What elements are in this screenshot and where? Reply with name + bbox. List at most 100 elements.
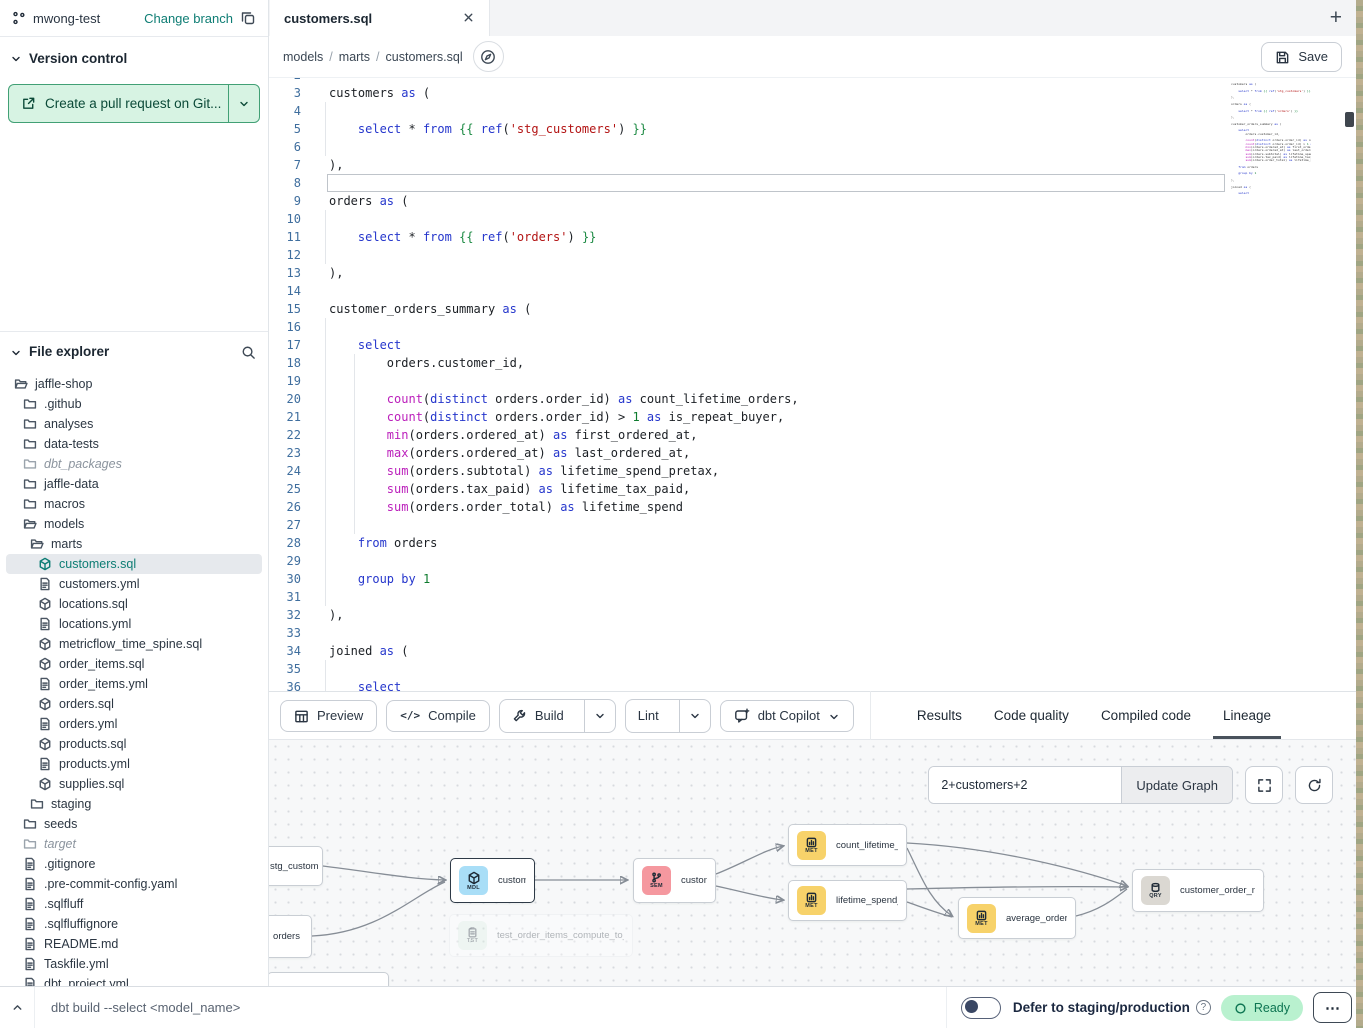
results-tabs: ResultsCode qualityCompiled codeLineage	[901, 692, 1287, 739]
change-branch-link[interactable]: Change branch	[144, 11, 233, 26]
file-tree-item[interactable]: customers.sql	[6, 554, 262, 574]
lineage-node-customers[interactable]: MDLcustomers	[450, 858, 535, 903]
collapse-chevron-up-icon[interactable]	[0, 1001, 34, 1014]
file-tree-item[interactable]: models	[6, 514, 262, 534]
file-name: data-tests	[44, 437, 99, 451]
folder-icon	[23, 497, 37, 512]
file-name: target	[44, 837, 76, 851]
file-tree-item[interactable]: README.md	[6, 934, 262, 954]
preview-label: Preview	[317, 708, 363, 723]
lineage-node-customer-order-metrics[interactable]: QRYcustomer_order_metrics	[1132, 869, 1264, 912]
search-icon[interactable]	[241, 344, 256, 360]
tab-lineage[interactable]: Lineage	[1207, 692, 1287, 739]
version-control-header[interactable]: Version control	[0, 37, 268, 72]
code-editor[interactable]: 2345678910111213141516171819202122232425…	[269, 78, 1356, 691]
file-name: order_items.sql	[59, 657, 144, 671]
file-tree-item[interactable]: analyses	[6, 414, 262, 434]
build-button[interactable]: Build	[500, 700, 576, 732]
update-graph-button[interactable]: Update Graph	[1121, 767, 1232, 803]
dbt-command-input[interactable]	[35, 1000, 946, 1015]
save-button[interactable]: Save	[1261, 42, 1342, 72]
git-branch-icon	[12, 9, 26, 27]
file-tree-item[interactable]: supplies.sql	[6, 774, 262, 794]
preview-button[interactable]: Preview	[280, 700, 377, 732]
file-tree-item[interactable]: .sqlfluff	[6, 894, 262, 914]
file-tree-item[interactable]: .gitignore	[6, 854, 262, 874]
lineage-node-orders[interactable]: orders	[269, 915, 312, 958]
file-tree-item[interactable]: locations.yml	[6, 614, 262, 634]
breadcrumb-item: marts	[339, 50, 370, 64]
copy-icon[interactable]	[240, 9, 256, 27]
file-tree-item[interactable]: orders.yml	[6, 714, 262, 734]
lineage-node-lifetime-spend-pretax[interactable]: METlifetime_spend_pretax	[788, 880, 907, 921]
file-tree-item[interactable]: .sqlfluffignore	[6, 914, 262, 934]
file-tree-item[interactable]: macros	[6, 494, 262, 514]
chevron-down-icon	[828, 708, 840, 723]
file-tree-item[interactable]: dbt_project.yml	[6, 974, 262, 986]
create-pr-button[interactable]: Create a pull request on Git...	[8, 84, 260, 123]
lineage-node-count-lifetime-orders[interactable]: METcount_lifetime_orders	[788, 824, 907, 866]
defer-toggle[interactable]	[961, 997, 1001, 1019]
tab-compiled-code[interactable]: Compiled code	[1085, 692, 1207, 739]
file-tree-item[interactable]: dbt_packages	[6, 454, 262, 474]
lineage-node-customers[interactable]: SEMcustomers	[633, 858, 716, 903]
file-name: README.md	[44, 937, 118, 951]
editor-tab-title: customers.sql	[284, 11, 462, 26]
file-tree-item[interactable]: Taskfile.yml	[6, 954, 262, 974]
file-name: metricflow_time_spine.sql	[59, 637, 202, 651]
tab-code-quality[interactable]: Code quality	[978, 692, 1085, 739]
file-tree-item[interactable]: target	[6, 834, 262, 854]
breadcrumb-separator: /	[376, 50, 379, 64]
lineage-panel[interactable]: stg_customersorders MDLcustomers SEMcustom…	[269, 740, 1356, 986]
file-tree-item[interactable]: .pre-commit-config.yaml	[6, 874, 262, 894]
version-control-title: Version control	[29, 51, 127, 66]
lineage-node-average-order-value[interactable]: METaverage_order_value	[958, 897, 1076, 939]
file-explorer-header[interactable]: File explorer	[0, 332, 268, 366]
folder-icon	[23, 837, 37, 852]
file-icon	[23, 897, 37, 912]
file-tree-item[interactable]: orders.sql	[6, 694, 262, 714]
file-tree-item[interactable]: staging	[6, 794, 262, 814]
model-icon	[38, 697, 52, 712]
file-tree-item[interactable]: order_items.yml	[6, 674, 262, 694]
editor-scrollbar-thumb[interactable]	[1345, 112, 1354, 127]
file-tree-item[interactable]: seeds	[6, 814, 262, 834]
lint-button[interactable]: Lint	[626, 700, 671, 732]
file-tree-item[interactable]: data-tests	[6, 434, 262, 454]
fullscreen-button[interactable]	[1245, 766, 1283, 804]
file-tree-item[interactable]: order_items.sql	[6, 654, 262, 674]
editor-tab-customers-sql[interactable]: customers.sql	[270, 0, 490, 36]
file-name: dbt_project.yml	[44, 977, 129, 986]
file-tree-item[interactable]: customers.yml	[6, 574, 262, 594]
refresh-button[interactable]	[1295, 766, 1333, 804]
tab-results[interactable]: Results	[901, 692, 978, 739]
defer-label: Defer to staging/production	[1013, 1000, 1190, 1015]
lineage-node[interactable]	[269, 972, 389, 986]
minimap[interactable]: customers as ( select * from {{ ref('stg…	[1231, 80, 1311, 230]
close-tab-icon[interactable]	[462, 9, 475, 27]
dbt-cloud-ide: mwong-test Change branch Version control…	[0, 0, 1363, 1028]
new-tab-button[interactable]: +	[1330, 0, 1342, 36]
file-tree-item[interactable]: locations.sql	[6, 594, 262, 614]
compass-icon-button[interactable]	[473, 41, 504, 72]
file-tree-item[interactable]: metricflow_time_spine.sql	[6, 634, 262, 654]
file-tree-item[interactable]: jaffle-data	[6, 474, 262, 494]
file-tree-item[interactable]: products.yml	[6, 754, 262, 774]
lineage-selector-input[interactable]	[929, 767, 1121, 803]
more-options-button[interactable]: ⋯	[1313, 992, 1352, 1023]
file-tree-item[interactable]: jaffle-shop	[6, 374, 262, 394]
lineage-node-test-order-items-compute-to-bools[interactable]: TSTtest_order_items_compute_to_bools...	[449, 914, 633, 957]
create-pr-menu-chevron[interactable]	[228, 85, 259, 122]
build-menu-chevron[interactable]	[584, 700, 615, 732]
file-name: .pre-commit-config.yaml	[44, 877, 177, 891]
file-tree-item[interactable]: .github	[6, 394, 262, 414]
compile-button[interactable]: </> Compile	[386, 700, 490, 732]
status-badge[interactable]: Ready	[1221, 995, 1303, 1021]
help-icon[interactable]: ?	[1196, 1000, 1211, 1015]
dbt-copilot-button[interactable]: dbt Copilot	[720, 700, 854, 732]
file-tree-item[interactable]: products.sql	[6, 734, 262, 754]
lineage-node-stg-customers[interactable]: stg_customers	[269, 846, 323, 886]
lint-menu-chevron[interactable]	[679, 700, 710, 732]
file-tree-item[interactable]: marts	[6, 534, 262, 554]
build-button-group: Build	[499, 699, 616, 733]
